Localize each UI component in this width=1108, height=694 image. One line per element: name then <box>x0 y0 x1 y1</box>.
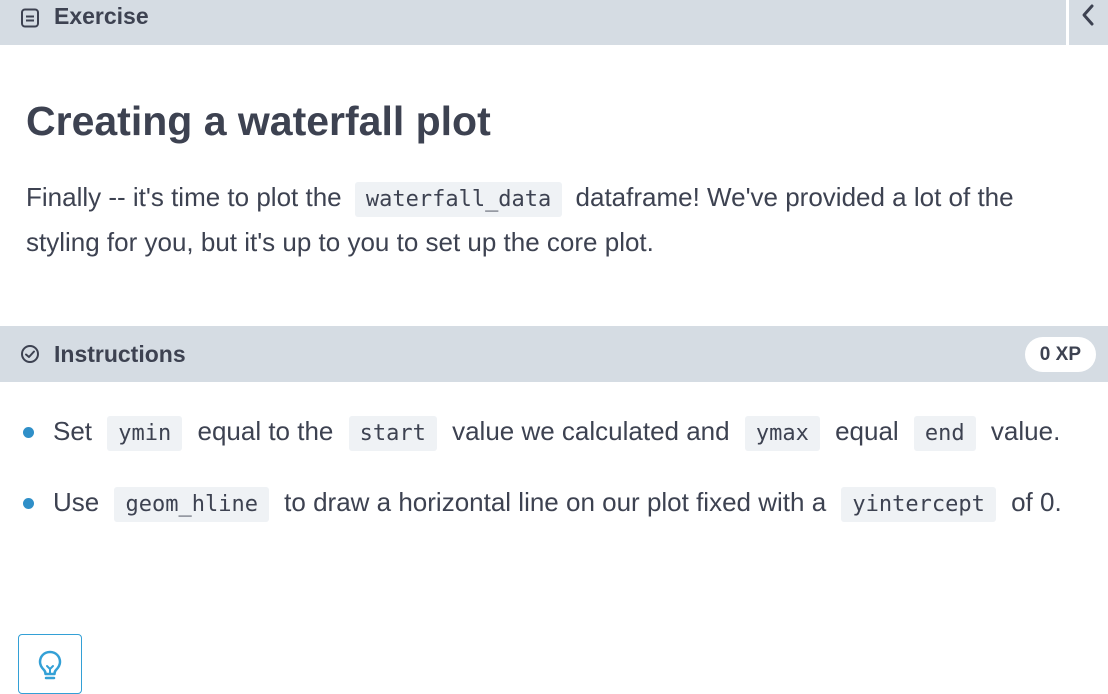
instruction-text: equal to the <box>197 416 334 446</box>
instructions-header: Instructions 0 XP <box>0 326 1108 382</box>
instruction-text: Set <box>53 416 93 446</box>
instruction-item: Use geom_hline to draw a horizontal line… <box>0 481 1108 526</box>
instruction-text: value. <box>990 416 1061 446</box>
code-waterfall-data: waterfall_data <box>354 182 563 217</box>
code-ymax: ymax <box>744 416 820 451</box>
instructions-list: Set ymin equal to the start value we cal… <box>0 410 1108 552</box>
instruction-item: Set ymin equal to the start value we cal… <box>0 410 1108 455</box>
xp-badge: 0 XP <box>1024 337 1096 372</box>
description-text: Finally -- it's time to plot the <box>26 182 342 212</box>
bullet-dot <box>23 498 34 509</box>
bullet-dot <box>23 427 34 438</box>
instruction-text: value we calculated and <box>452 416 730 446</box>
code-yintercept: yintercept <box>841 487 996 522</box>
exercise-title: Creating a waterfall plot <box>26 98 491 144</box>
code-end: end <box>913 416 976 451</box>
code-start: start <box>348 416 437 451</box>
code-geom-hline: geom_hline <box>114 487 269 522</box>
chevron-left-icon <box>1079 2 1099 33</box>
instruction-text: of 0. <box>1011 487 1062 517</box>
exercise-description: Finally -- it's time to plot the waterfa… <box>26 176 1086 263</box>
notepad-icon <box>20 8 40 33</box>
instruction-text: to draw a horizontal line on our plot fi… <box>284 487 827 517</box>
hint-button[interactable] <box>18 634 82 694</box>
instructions-title: Instructions <box>54 340 186 367</box>
check-circle-icon <box>20 344 40 364</box>
collapse-panel-button[interactable] <box>1069 0 1108 45</box>
lightbulb-icon <box>37 649 63 688</box>
exercise-tab-title: Exercise <box>54 3 149 29</box>
instruction-text: Use <box>53 487 100 517</box>
instruction-text: equal <box>835 416 899 446</box>
code-ymin: ymin <box>107 416 183 451</box>
exercise-header: Exercise <box>0 0 1066 45</box>
